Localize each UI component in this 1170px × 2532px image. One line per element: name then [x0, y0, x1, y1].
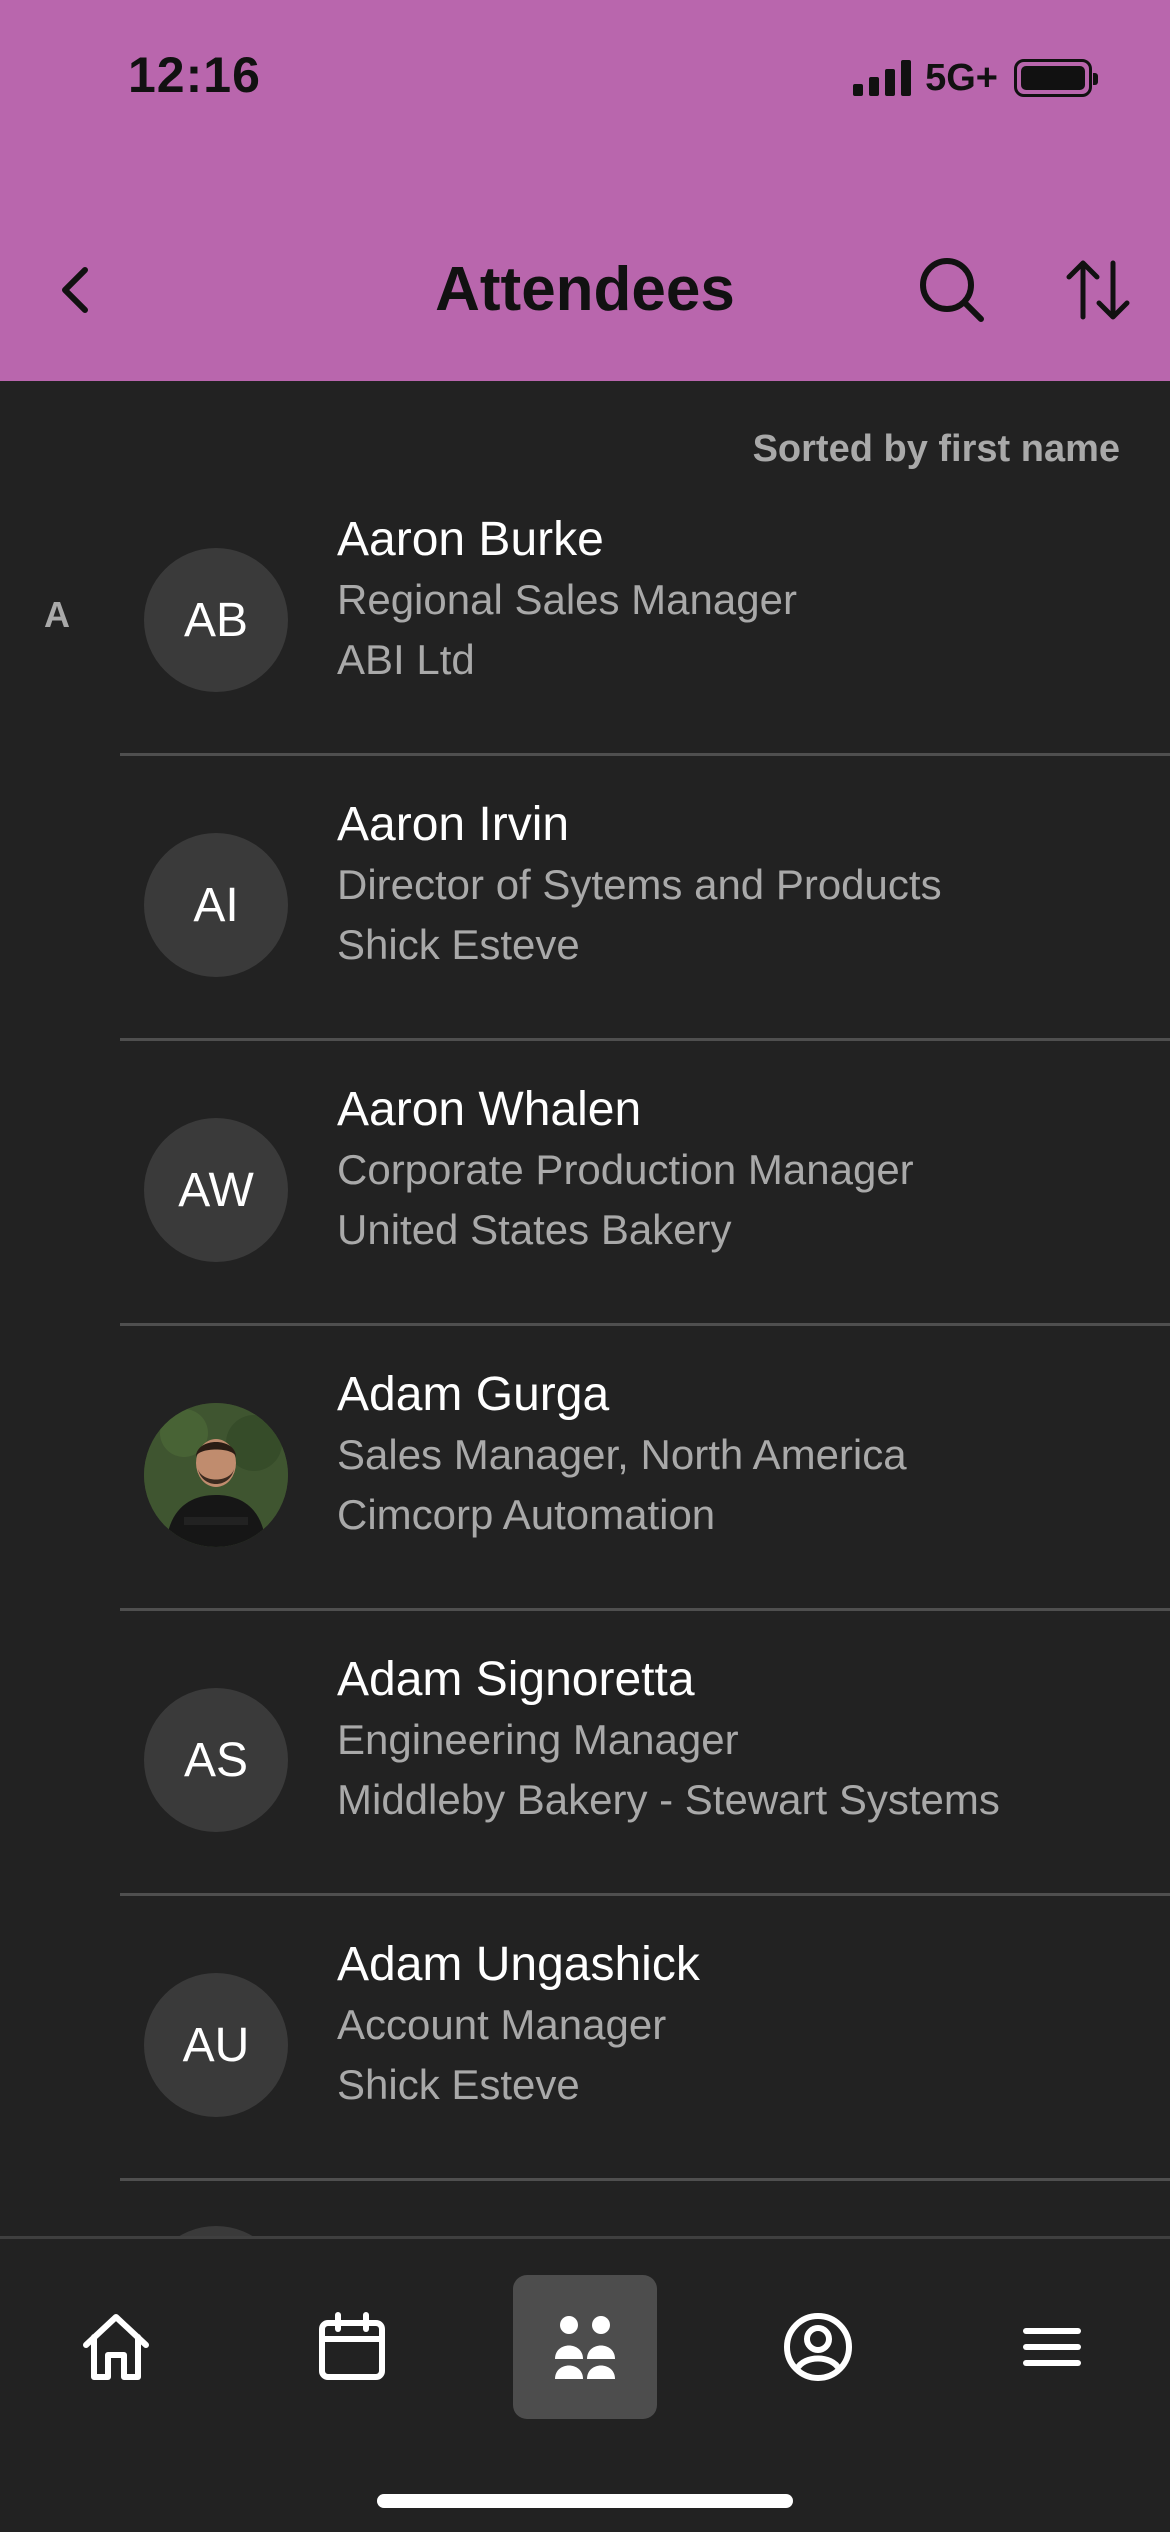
- search-icon: [920, 258, 984, 322]
- status-icons: 5G+: [853, 56, 1098, 100]
- network-label: 5G+: [925, 56, 998, 99]
- tab-calendar[interactable]: [280, 2275, 424, 2419]
- attendee-row[interactable]: Adam Gurga Sales Manager, North America …: [120, 1327, 1170, 1611]
- attendee-name: Adam Gurga: [337, 1368, 610, 1421]
- tab-profile[interactable]: [746, 2275, 890, 2419]
- avatar: AW: [144, 1118, 288, 1262]
- tab-home[interactable]: [44, 2275, 188, 2419]
- status-time: 12:16: [128, 47, 261, 103]
- people-icon: [555, 2316, 615, 2379]
- home-icon: [83, 2314, 149, 2380]
- row-divider: [120, 2178, 1170, 2181]
- home-indicator[interactable]: [377, 2494, 793, 2508]
- signal-icon: [853, 60, 912, 96]
- attendee-row[interactable]: AW Aaron Whalen Corporate Production Man…: [120, 1042, 1170, 1326]
- attendee-company: Middleby Bakery - Stewart Systems: [337, 1776, 1000, 1823]
- attendee-row[interactable]: AI Aaron Irvin Director of Sytems and Pr…: [120, 757, 1170, 1041]
- header: 12:16 5G+ Attendees: [0, 0, 1170, 381]
- attendee-title: Corporate Production Manager: [337, 1146, 914, 1193]
- tab-bar: [0, 2236, 1170, 2532]
- search-button[interactable]: [912, 250, 992, 330]
- attendee-name: Adam Signoretta: [337, 1653, 695, 1706]
- attendee-company: ABI Ltd: [337, 636, 475, 683]
- attendee-company: Cimcorp Automation: [337, 1491, 716, 1538]
- attendee-title: Regional Sales Manager: [337, 576, 797, 623]
- row-divider: [120, 753, 1170, 756]
- attendee-row[interactable]: AS Adam Signoretta Engineering Manager M…: [120, 1612, 1170, 1896]
- battery-icon: [1014, 59, 1098, 97]
- sort-description: Sorted by first name: [752, 428, 1120, 470]
- attendee-name: Aaron Irvin: [337, 798, 570, 851]
- tab-attendees[interactable]: [513, 2275, 657, 2419]
- attendee-company: United States Bakery: [337, 1206, 732, 1253]
- row-divider: [120, 1893, 1170, 1896]
- attendee-name: Adam Ungashick: [337, 1938, 700, 1991]
- attendee-name: Aaron Burke: [337, 513, 604, 566]
- attendee-title: Sales Manager, North America: [337, 1431, 907, 1478]
- attendees-screen: 12:16 5G+ Attendees Sorted by first name…: [0, 0, 1170, 2532]
- row-divider: [120, 1323, 1170, 1326]
- avatar: AS: [144, 1688, 288, 1832]
- sort-button[interactable]: [1058, 250, 1138, 330]
- section-index-letter: A: [44, 594, 70, 635]
- tab-menu[interactable]: [980, 2275, 1124, 2419]
- avatar: AU: [144, 1973, 288, 2117]
- calendar-icon: [319, 2312, 385, 2380]
- avatar: AI: [144, 833, 288, 977]
- attendee-company: Shick Esteve: [337, 2061, 580, 2108]
- attendee-title: Account Manager: [337, 2001, 667, 2048]
- avatar-photo: [144, 1403, 288, 1547]
- attendee-name: Aaron Whalen: [337, 1083, 642, 1136]
- row-divider: [120, 1038, 1170, 1041]
- hamburger-icon: [1023, 2328, 1081, 2366]
- user-circle-icon: [784, 2313, 852, 2381]
- attendee-company: Shick Esteve: [337, 921, 580, 968]
- sort-arrows-icon: [1066, 260, 1130, 320]
- attendee-row[interactable]: AU Adam Ungashick Account Manager Shick …: [120, 1897, 1170, 2181]
- page-title: Attendees: [435, 255, 735, 324]
- row-divider: [120, 1608, 1170, 1611]
- attendee-row[interactable]: AB Aaron Burke Regional Sales Manager AB…: [120, 472, 1170, 756]
- avatar: AB: [144, 548, 288, 692]
- attendee-title: Director of Sytems and Products: [337, 861, 942, 908]
- attendee-title: Engineering Manager: [337, 1716, 739, 1763]
